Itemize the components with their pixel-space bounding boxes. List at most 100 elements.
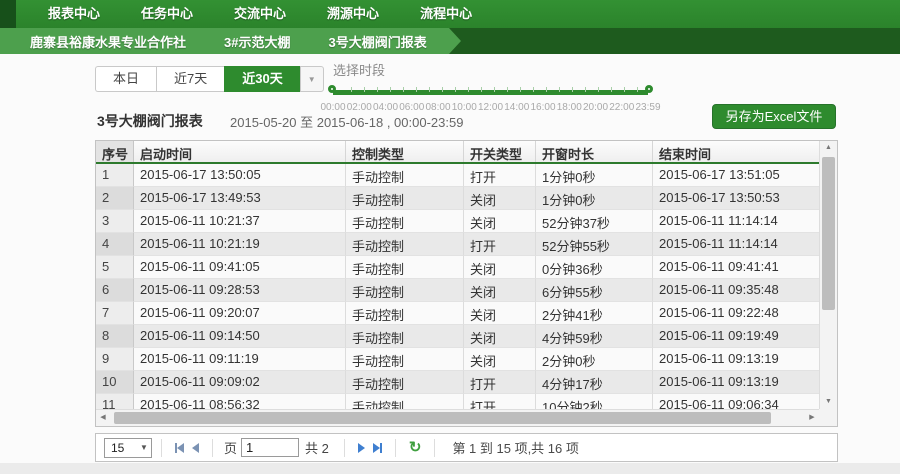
cell-index: 9 bbox=[96, 348, 134, 371]
cell-duration: 52分钟55秒 bbox=[536, 233, 653, 256]
header-duration[interactable]: 开窗时长 bbox=[536, 141, 653, 162]
cell-control-type: 手动控制 bbox=[346, 187, 464, 210]
table-row[interactable]: 7 2015-06-11 09:20:07 手动控制 关闭 2分钟41秒 201… bbox=[96, 302, 819, 325]
horizontal-scrollbar[interactable]: ◀ ▶ bbox=[96, 409, 819, 426]
cell-control-type: 手动控制 bbox=[346, 325, 464, 348]
header-switch-type[interactable]: 开关类型 bbox=[464, 141, 536, 162]
cell-duration: 52分钟37秒 bbox=[536, 210, 653, 233]
pager-summary: 第 1 到 15 项,共 16 项 bbox=[452, 438, 578, 457]
cell-end-time: 2015-06-11 09:13:19 bbox=[653, 348, 819, 371]
cell-duration: 2分钟0秒 bbox=[536, 348, 653, 371]
tab-dropdown-button[interactable]: ▼ bbox=[300, 66, 324, 92]
breadcrumb-trail: 鹿寨县裕康水果专业合作社 3#示范大棚 3号大棚阀门报表 bbox=[0, 28, 449, 54]
next-page-button[interactable] bbox=[358, 443, 365, 453]
scroll-right-icon[interactable]: ▶ bbox=[805, 410, 819, 426]
slider-track[interactable] bbox=[333, 90, 648, 93]
top-menu-item[interactable]: 流程中心 bbox=[406, 0, 486, 28]
cell-control-type: 手动控制 bbox=[346, 164, 464, 187]
vertical-scroll-thumb[interactable] bbox=[822, 157, 835, 310]
slider-handle-start[interactable] bbox=[328, 85, 336, 93]
header-end-time[interactable]: 结束时间 bbox=[653, 141, 837, 162]
scroll-down-icon[interactable]: ▼ bbox=[820, 395, 837, 409]
page-number-input[interactable] bbox=[241, 438, 299, 457]
header-control-type[interactable]: 控制类型 bbox=[346, 141, 464, 162]
refresh-icon[interactable]: ↻ bbox=[409, 440, 422, 455]
table-row[interactable]: 11 2015-06-11 08:56:32 手动控制 打开 10分钟2秒 20… bbox=[96, 394, 819, 409]
breadcrumb-item[interactable]: 鹿寨县裕康水果专业合作社 bbox=[14, 28, 208, 54]
cell-end-time: 2015-06-11 11:14:14 bbox=[653, 233, 819, 256]
scroll-left-icon[interactable]: ◀ bbox=[96, 410, 110, 426]
slider-tick-label: 23:59 bbox=[635, 102, 660, 113]
table-row[interactable]: 8 2015-06-11 09:14:50 手动控制 关闭 4分钟59秒 201… bbox=[96, 325, 819, 348]
cell-control-type: 手动控制 bbox=[346, 348, 464, 371]
slider-tick-label: 14:00 bbox=[504, 102, 529, 113]
slider-tick-label: 18:00 bbox=[557, 102, 582, 113]
cell-switch-type: 打开 bbox=[464, 164, 536, 187]
cell-start-time: 2015-06-11 09:09:02 bbox=[134, 371, 346, 394]
cell-control-type: 手动控制 bbox=[346, 210, 464, 233]
cell-switch-type: 关闭 bbox=[464, 187, 536, 210]
date-range-tab[interactable]: 本日 bbox=[95, 66, 156, 92]
breadcrumb-item[interactable]: 3号大棚阀门报表 bbox=[312, 28, 448, 54]
report-table: 序号 启动时间 控制类型 开关类型 开窗时长 结束时间 1 2015-06-17… bbox=[95, 140, 838, 427]
cell-end-time: 2015-06-11 11:14:14 bbox=[653, 210, 819, 233]
export-excel-button[interactable]: 另存为Excel文件 bbox=[712, 104, 836, 129]
page-label: 页 bbox=[224, 438, 237, 457]
breadcrumb-item[interactable]: 3#示范大棚 bbox=[208, 28, 312, 54]
cell-start-time: 2015-06-11 10:21:37 bbox=[134, 210, 346, 233]
cell-end-time: 2015-06-11 09:22:48 bbox=[653, 302, 819, 325]
cell-start-time: 2015-06-11 09:11:19 bbox=[134, 348, 346, 371]
total-pages-label: 共 2 bbox=[305, 438, 329, 457]
header-start-time[interactable]: 启动时间 bbox=[134, 141, 346, 162]
prev-page-button[interactable] bbox=[192, 443, 199, 453]
cell-start-time: 2015-06-11 09:28:53 bbox=[134, 279, 346, 302]
logo-block bbox=[0, 0, 16, 28]
page-title: 3号大棚阀门报表 bbox=[97, 111, 203, 131]
cell-switch-type: 关闭 bbox=[464, 279, 536, 302]
table-row[interactable]: 6 2015-06-11 09:28:53 手动控制 关闭 6分钟55秒 201… bbox=[96, 279, 819, 302]
cell-index: 2 bbox=[96, 187, 134, 210]
top-menu-item[interactable]: 溯源中心 bbox=[313, 0, 393, 28]
top-menu-item[interactable]: 交流中心 bbox=[220, 0, 300, 28]
table-row[interactable]: 10 2015-06-11 09:09:02 手动控制 打开 4分钟17秒 20… bbox=[96, 371, 819, 394]
cell-duration: 1分钟0秒 bbox=[536, 187, 653, 210]
last-page-button[interactable] bbox=[373, 443, 382, 453]
breadcrumb: 鹿寨县裕康水果专业合作社 3#示范大棚 3号大棚阀门报表 bbox=[0, 28, 900, 54]
cell-index: 5 bbox=[96, 256, 134, 279]
scrollbar-corner bbox=[819, 409, 837, 426]
report-date-range: 2015-05-20 至 2015-06-18 , 00:00-23:59 bbox=[230, 112, 463, 131]
table-row[interactable]: 1 2015-06-17 13:50:05 手动控制 打开 1分钟0秒 2015… bbox=[96, 164, 819, 187]
cell-index: 8 bbox=[96, 325, 134, 348]
table-row[interactable]: 2 2015-06-17 13:49:53 手动控制 关闭 1分钟0秒 2015… bbox=[96, 187, 819, 210]
table-row[interactable]: 9 2015-06-11 09:11:19 手动控制 关闭 2分钟0秒 2015… bbox=[96, 348, 819, 371]
page-size-select[interactable]: 15 ▼ bbox=[104, 438, 152, 458]
cell-start-time: 2015-06-11 09:20:07 bbox=[134, 302, 346, 325]
cell-start-time: 2015-06-11 09:41:05 bbox=[134, 256, 346, 279]
table-row[interactable]: 5 2015-06-11 09:41:05 手动控制 关闭 0分钟36秒 201… bbox=[96, 256, 819, 279]
slider-tick-label: 16:00 bbox=[530, 102, 555, 113]
bottom-strip bbox=[0, 463, 900, 474]
cell-start-time: 2015-06-11 09:14:50 bbox=[134, 325, 346, 348]
table-row[interactable]: 3 2015-06-11 10:21:37 手动控制 关闭 52分钟37秒 20… bbox=[96, 210, 819, 233]
cell-control-type: 手动控制 bbox=[346, 233, 464, 256]
top-menu-bar: 报表中心任务中心交流中心溯源中心流程中心 bbox=[0, 0, 900, 28]
table-row[interactable]: 4 2015-06-11 10:21:19 手动控制 打开 52分钟55秒 20… bbox=[96, 233, 819, 256]
horizontal-scroll-thumb[interactable] bbox=[114, 412, 771, 424]
first-page-button[interactable] bbox=[175, 443, 184, 453]
scroll-up-icon[interactable]: ▲ bbox=[820, 141, 837, 155]
cell-duration: 1分钟0秒 bbox=[536, 164, 653, 187]
top-menu-item[interactable]: 任务中心 bbox=[127, 0, 207, 28]
cell-index: 1 bbox=[96, 164, 134, 187]
date-range-tab[interactable]: 近7天 bbox=[156, 66, 224, 92]
slider-tick-label: 20:00 bbox=[583, 102, 608, 113]
date-range-tabs: 本日近7天近30天 ▼ bbox=[95, 66, 324, 92]
cell-control-type: 手动控制 bbox=[346, 302, 464, 325]
slider-handle-end[interactable] bbox=[645, 85, 653, 93]
table-header-row: 序号 启动时间 控制类型 开关类型 开窗时长 结束时间 bbox=[96, 141, 837, 164]
cell-switch-type: 打开 bbox=[464, 233, 536, 256]
header-index[interactable]: 序号 bbox=[96, 141, 134, 162]
vertical-scrollbar[interactable]: ▲ ▼ bbox=[819, 141, 837, 409]
top-menu-item[interactable]: 报表中心 bbox=[34, 0, 114, 28]
date-range-tab[interactable]: 近30天 bbox=[224, 66, 299, 92]
cell-index: 10 bbox=[96, 371, 134, 394]
